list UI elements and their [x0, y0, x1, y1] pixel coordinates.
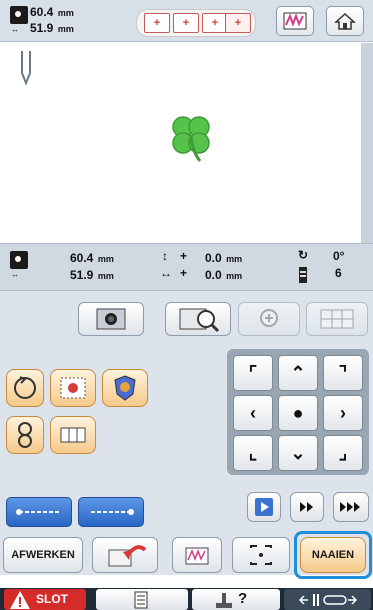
stitch-back-icon	[16, 509, 59, 515]
figure-eight-icon	[18, 422, 32, 448]
frame-plus-active: +	[225, 13, 251, 33]
info-height-value: 51.9	[70, 268, 94, 282]
needle-icon	[21, 51, 31, 86]
border-button[interactable]	[50, 416, 96, 454]
settings-button[interactable]	[96, 589, 188, 610]
horizontal-offset-value: 0.0	[205, 268, 222, 282]
thread-color-icon	[283, 12, 307, 30]
zoom-icon	[260, 309, 278, 327]
clover-pattern-icon	[172, 116, 210, 162]
fast-forward-icon	[300, 502, 313, 512]
applique-button[interactable]	[102, 369, 148, 407]
embroidery-canvas[interactable]	[0, 43, 373, 243]
trial-frame-button[interactable]	[232, 537, 290, 573]
magnify-frame-icon	[179, 308, 220, 333]
pattern-info-bar: ↔ 60.4 mm 51.9 mm ↕ + 0.0 mm ↔ + 0.0 mm …	[0, 243, 373, 291]
horizontal-offset-unit: mm	[226, 271, 243, 281]
camera-button[interactable]	[78, 302, 144, 336]
home-icon	[334, 12, 356, 30]
vertical-offset-value: 0.0	[205, 251, 222, 265]
top-height-value: 51.9	[30, 21, 54, 35]
arrow-left-button[interactable]: ‹	[233, 395, 273, 431]
arrow-right-button[interactable]: ›	[323, 395, 363, 431]
help-button[interactable]: ?	[192, 589, 280, 610]
thread-cut-button[interactable]	[172, 537, 222, 573]
repeat-button[interactable]	[6, 416, 44, 454]
zoom-button[interactable]	[238, 302, 300, 336]
slot-lock-button[interactable]: SLOT	[4, 589, 86, 610]
rotate-button[interactable]	[6, 369, 44, 407]
thread-spool-icon	[299, 267, 307, 283]
arrow-up-left-button[interactable]: ⌜	[233, 355, 273, 391]
rotate-icon	[14, 376, 36, 399]
document-settings-icon	[134, 591, 148, 609]
info-size-icon	[10, 251, 28, 269]
grid-button[interactable]	[306, 302, 368, 336]
naaien-button[interactable]: NAAIEN	[300, 537, 366, 573]
play-icon	[255, 498, 273, 516]
frame-plus-2: +	[173, 13, 199, 33]
top-width-unit: mm	[57, 8, 74, 18]
stitch-back-button[interactable]	[6, 497, 72, 527]
slot-label: SLOT	[36, 592, 68, 606]
top-height-unit: mm	[57, 24, 74, 34]
horizontal-offset-prefix: +	[180, 266, 188, 280]
info-width-value: 60.4	[70, 251, 94, 265]
presser-foot-button[interactable]	[284, 589, 371, 610]
undo-arrow-icon	[108, 545, 147, 567]
camera-icon	[96, 308, 126, 330]
thread-count-value: 6	[335, 266, 342, 280]
arrow-down-right-button[interactable]: ⌟	[323, 435, 363, 471]
rotation-angle-icon: ↻	[298, 248, 309, 262]
afwerken-button[interactable]: AFWERKEN	[3, 537, 83, 573]
position-arrow-pad: ⌜ ⌃ ⌝ ‹ ● › ⌞ ⌄ ⌟	[227, 349, 369, 475]
info-height-unit: mm	[97, 271, 114, 281]
grid-icon	[320, 309, 354, 329]
vertical-offset-prefix: +	[180, 249, 188, 263]
thread-color-button[interactable]	[276, 6, 314, 36]
fastest-forward-button[interactable]	[333, 492, 369, 522]
play-button[interactable]	[247, 492, 281, 522]
embroidery-frame-button[interactable]: + + + +	[136, 9, 256, 37]
shield-pattern-icon	[114, 375, 136, 401]
presser-foot-icon	[298, 594, 358, 606]
rotation-angle-value: 0°	[333, 249, 345, 263]
arrow-up-button[interactable]: ⌃	[278, 355, 318, 391]
undo-button[interactable]	[92, 537, 158, 573]
info-width-arrow-icon: ↔	[11, 270, 19, 279]
warning-icon	[10, 591, 30, 609]
vertical-offset-unit: mm	[226, 254, 243, 264]
pattern-select-button[interactable]	[50, 369, 96, 407]
pattern-frame-icon	[60, 377, 86, 399]
arrow-down-left-button[interactable]: ⌞	[233, 435, 273, 471]
frame-plus-1: +	[144, 13, 170, 33]
frame-trace-icon	[250, 545, 272, 565]
stitch-forward-button[interactable]	[78, 497, 144, 527]
width-arrow-icon: ↔	[11, 25, 19, 34]
stitch-forward-icon	[91, 509, 134, 515]
top-bar: ↔ 60.4 mm 51.9 mm + + + +	[0, 0, 373, 42]
pattern-size-icon	[10, 6, 28, 24]
vertical-offset-icon: ↕	[162, 249, 168, 263]
border-icon	[60, 427, 86, 443]
center-button[interactable]: ●	[278, 395, 318, 431]
help-question-mark: ?	[238, 590, 248, 607]
arrow-down-button[interactable]: ⌄	[278, 435, 318, 471]
horizontal-offset-icon: ↔	[160, 266, 172, 280]
arrow-up-right-button[interactable]: ⌝	[323, 355, 363, 391]
home-button[interactable]	[326, 6, 364, 36]
top-width-value: 60.4	[30, 5, 54, 19]
fastest-forward-icon	[340, 502, 360, 512]
fast-forward-button[interactable]	[290, 492, 324, 522]
sewing-machine-icon	[216, 593, 232, 608]
thread-cut-icon	[185, 547, 209, 565]
magnify-view-button[interactable]	[165, 302, 231, 336]
info-width-unit: mm	[97, 254, 114, 264]
